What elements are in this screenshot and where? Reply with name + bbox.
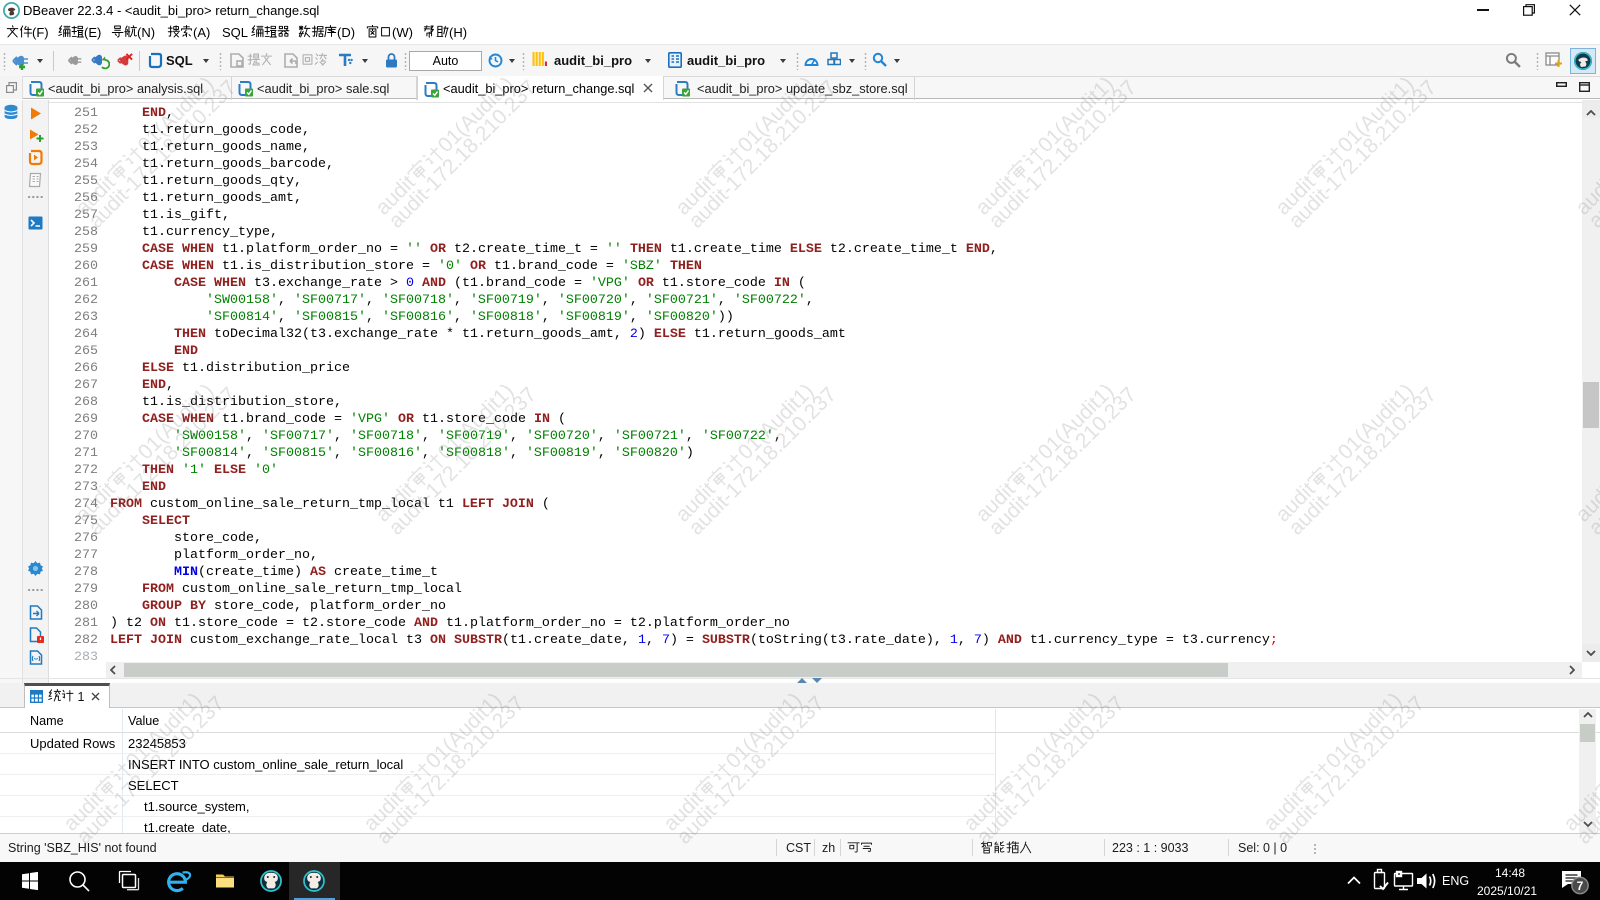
svg-text:7: 7 — [1577, 879, 1584, 893]
